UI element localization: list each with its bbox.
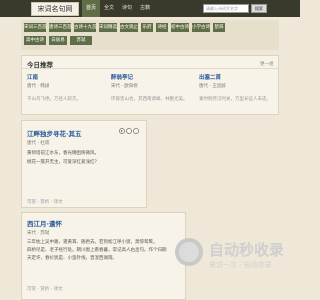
tag-item[interactable]: 宋词精选: [99, 23, 117, 32]
recommend-item-meta: 唐代 · 王昌龄: [199, 84, 226, 89]
poem-footer[interactable]: 可赏 · 赏析 · 译文: [27, 286, 63, 292]
nav-item-classics[interactable]: 古籍: [136, 0, 154, 17]
main-nav: 首页 全文 诗句 古籍: [82, 0, 154, 17]
poem-card: 西江月·遣怀 宋代 · 苏轼 三年枕上吴中路，遣黄耳、随君去。若到松江呼小渡，莫…: [21, 212, 186, 300]
tag-item[interactable]: 诗经: [156, 23, 168, 32]
divider: [22, 68, 278, 69]
tag-item[interactable]: 唐诗三百首: [49, 23, 71, 32]
site-logo[interactable]: 宋词名句网: [31, 2, 79, 16]
poem-line: 黄师塔前江水东，春光懒困倚微风。: [27, 151, 99, 156]
watermark-subtext: 来访一次 · 自动收录: [209, 261, 272, 269]
watermark: 自动秒收录 来访一次 · 自动收录: [175, 236, 300, 276]
watermark-logo-icon: [175, 238, 203, 266]
watermark-text: 自动秒收录: [209, 241, 285, 259]
recommend-item-excerpt: 秦时明月汉时关，万里长征人未还。: [199, 97, 271, 102]
search-button[interactable]: 搜索: [251, 4, 267, 13]
tag-item[interactable]: 古诗十九首: [74, 23, 96, 32]
nav-item-home[interactable]: 首页: [82, 0, 101, 17]
tag-item[interactable]: 古文观止: [120, 23, 138, 32]
tag-item[interactable]: 高中古诗: [24, 36, 46, 45]
card-actions: ▸: [118, 128, 139, 134]
favorite-icon[interactable]: [133, 128, 139, 134]
tag-item[interactable]: 苏轼: [70, 36, 92, 45]
poem-line: 四桥尽是、老子经行处。辋川图上看春暮，常记高人右丞句。作个归期: [27, 248, 167, 253]
tag-item[interactable]: 乐府: [141, 23, 153, 32]
tag-item[interactable]: 白居易: [49, 36, 67, 45]
recommend-item-title[interactable]: 出塞二首: [199, 73, 221, 81]
recommend-item-title[interactable]: 醉翁亭记: [111, 73, 133, 81]
recommend-panel: 今日推荐 更一组 江南 唐代 · 韩翃 千山鸟飞绝，万径人踪灭。 醉翁亭记 宋代…: [21, 55, 279, 115]
tag-item[interactable]: 宋词三百首: [24, 23, 46, 32]
recommend-item-meta: 宋代 · 欧阳修: [111, 84, 138, 89]
tag-item[interactable]: 初中古诗: [171, 23, 189, 32]
poem-line: 天定许，春衫犹是、小蛮针线，曾湿西湖雨。: [27, 256, 117, 261]
nav-item-fulltext[interactable]: 全文: [100, 0, 118, 17]
copy-icon[interactable]: [126, 128, 132, 134]
play-icon[interactable]: ▸: [119, 128, 125, 134]
tag-item[interactable]: 楚辞: [213, 23, 225, 32]
recommend-item-excerpt: 千山鸟飞绝，万径人踪灭。: [27, 97, 81, 102]
category-tags: 宋词三百首 唐诗三百首 古诗十九首 宋词精选 古文观止 乐府 诗经 初中古诗 小…: [21, 20, 279, 50]
poem-line: 三年枕上吴中路，遣黄耳、随君去。若到松江呼小渡，莫惊鸳鹭，: [27, 240, 158, 245]
poem-card: 江畔独步寻花·其五 ▸ 唐代 · 杜甫 黄师塔前江水东，春光懒困倚微风。 桃花一…: [21, 120, 147, 208]
poem-footer[interactable]: 可赏 · 赏析 · 译文: [27, 199, 63, 205]
recommend-item-title[interactable]: 江南: [27, 73, 38, 81]
recommend-item-meta: 唐代 · 韩翃: [27, 84, 50, 89]
top-bar: 宋词名句网 首页 全文 诗句 古籍 请输入诗词文名字 搜索: [0, 0, 300, 17]
poem-title[interactable]: 江畔独步寻花·其五: [27, 128, 81, 138]
refresh-link[interactable]: 更一组: [260, 61, 274, 67]
recommend-item-excerpt: 环滁皆山也，其西南诸峰，林壑尤美。: [111, 97, 188, 102]
poem-meta: 唐代 · 杜甫: [27, 141, 50, 146]
search-input[interactable]: 请输入诗词文名字: [203, 4, 249, 13]
tag-item[interactable]: 小学古诗: [192, 23, 210, 32]
poem-meta: 宋代 · 苏轼: [27, 231, 50, 236]
poem-title[interactable]: 西江月·遣怀: [27, 218, 62, 228]
nav-item-lines[interactable]: 诗句: [118, 0, 136, 17]
poem-line: 桃花一簇开无主，可爱深红爱浅红？: [27, 160, 99, 165]
